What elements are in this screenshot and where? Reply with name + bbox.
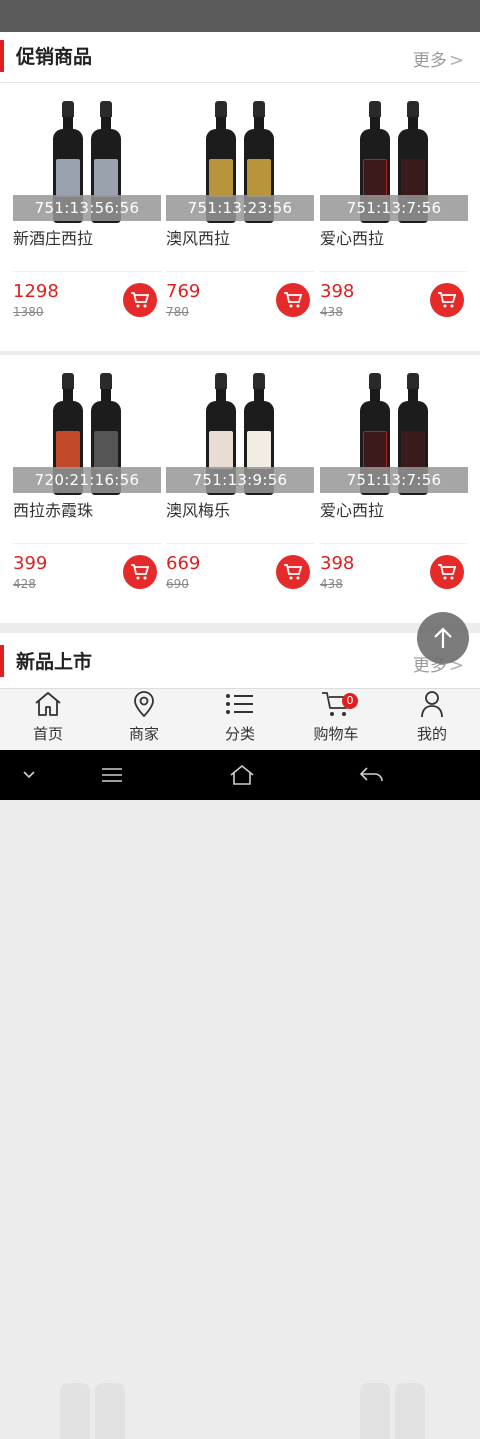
cart-icon [438,564,457,580]
countdown-timer: 751:13:23:56 [166,195,314,221]
divider [13,543,161,544]
add-to-cart-button[interactable] [276,555,310,589]
tab-label: 我的 [416,725,447,743]
tab-label: 分类 [224,725,255,743]
section-accent-bar [0,645,4,677]
product-card[interactable]: 751:13:23:56 澳风西拉 769 780 [166,83,314,351]
cart-icon [131,292,150,308]
tab-categories[interactable]: 分类 [192,689,288,750]
add-to-cart-button[interactable] [430,283,464,317]
product-name[interactable]: 爱心西拉 [320,225,384,249]
add-to-cart-button[interactable] [123,283,157,317]
arrow-up-icon [434,627,452,648]
promo-more-link[interactable]: 更多 > [413,46,464,71]
product-card[interactable]: 751:13:56:56 新酒庄西拉 1298 1380 [13,83,161,351]
home-button[interactable] [222,750,262,800]
product-name[interactable]: 澳风梅乐 [166,497,230,521]
add-to-cart-button[interactable] [123,555,157,589]
divider [166,271,314,272]
original-price: 1380 [13,305,44,319]
menu-button[interactable] [92,750,132,800]
new-arrivals-section-header: 新品上市 更多 > [0,633,480,689]
system-navigation-bar [0,750,480,800]
tab-home[interactable]: 首页 [0,689,96,750]
cart-count-badge: 0 [342,693,358,709]
product-price: 1298 [13,281,59,302]
tab-cart[interactable]: 0 购物车 [288,689,384,750]
divider [166,543,314,544]
product-price: 398 [320,281,355,302]
countdown-timer: 751:13:56:56 [13,195,161,221]
person-icon [419,689,445,719]
product-name[interactable]: 澳风西拉 [166,225,230,249]
countdown-timer: 720:21:16:56 [13,467,161,493]
back-to-top-button[interactable] [417,612,469,664]
partial-product-image [60,1383,90,1439]
product-name[interactable]: 新酒庄西拉 [13,225,93,249]
promo-row-1: 751:13:56:56 新酒庄西拉 1298 1380 751:13:23:5… [0,83,480,351]
tab-label: 购物车 [313,725,359,743]
cart-icon [284,292,303,308]
bottom-tab-bar: 首页 商家 分类 0 购物车 我的 [0,688,480,1439]
back-arrow-icon [359,767,383,782]
product-card[interactable]: 751:13:7:56 爱心西拉 398 438 [320,355,468,623]
product-price: 669 [166,553,201,574]
hide-keyboard-button[interactable] [14,750,44,800]
home-icon [33,689,63,719]
product-name[interactable]: 爱心西拉 [320,497,384,521]
product-card[interactable]: 751:13:9:56 澳风梅乐 669 690 [166,355,314,623]
status-bar [0,0,480,32]
chevron-right-icon: > [448,50,464,71]
divider [320,271,468,272]
original-price: 438 [320,577,343,591]
more-label: 更多 [412,51,447,71]
add-to-cart-button[interactable] [430,555,464,589]
list-icon [225,689,255,719]
partial-product-image [95,1383,125,1439]
product-price: 769 [166,281,201,302]
tab-label: 商家 [128,725,159,743]
add-to-cart-button[interactable] [276,283,310,317]
section-accent-bar [0,40,4,72]
countdown-timer: 751:13:7:56 [320,195,468,221]
promo-section-title: 促销商品 [16,46,93,68]
tab-merchants[interactable]: 商家 [96,689,192,750]
promo-section-header: 促销商品 更多 > [0,32,480,82]
original-price: 438 [320,305,343,319]
partial-product-image [360,1383,390,1439]
product-card[interactable]: 751:13:7:56 爱心西拉 398 438 [320,83,468,351]
countdown-timer: 751:13:9:56 [166,467,314,493]
menu-icon [102,768,122,782]
divider [320,543,468,544]
countdown-timer: 751:13:7:56 [320,467,468,493]
original-price: 690 [166,577,189,591]
product-name[interactable]: 西拉赤霞珠 [13,497,93,521]
chevron-down-icon [23,771,35,779]
section-gap [0,623,480,633]
cart-icon [438,292,457,308]
back-button[interactable] [352,750,392,800]
location-pin-icon [132,689,156,719]
cart-icon [284,564,303,580]
product-price: 399 [13,553,48,574]
product-card[interactable]: 720:21:16:56 西拉赤霞珠 399 428 [13,355,161,623]
new-arrivals-title: 新品上市 [16,651,93,673]
original-price: 780 [166,305,189,319]
tab-label: 首页 [32,725,63,743]
promo-row-2: 720:21:16:56 西拉赤霞珠 399 428 751:13:9:56 澳… [0,355,480,623]
original-price: 428 [13,577,36,591]
divider [13,271,161,272]
product-price: 398 [320,553,355,574]
partial-product-image [395,1383,425,1439]
tab-mine[interactable]: 我的 [384,689,480,750]
home-outline-icon [230,764,254,785]
cart-icon [131,564,150,580]
